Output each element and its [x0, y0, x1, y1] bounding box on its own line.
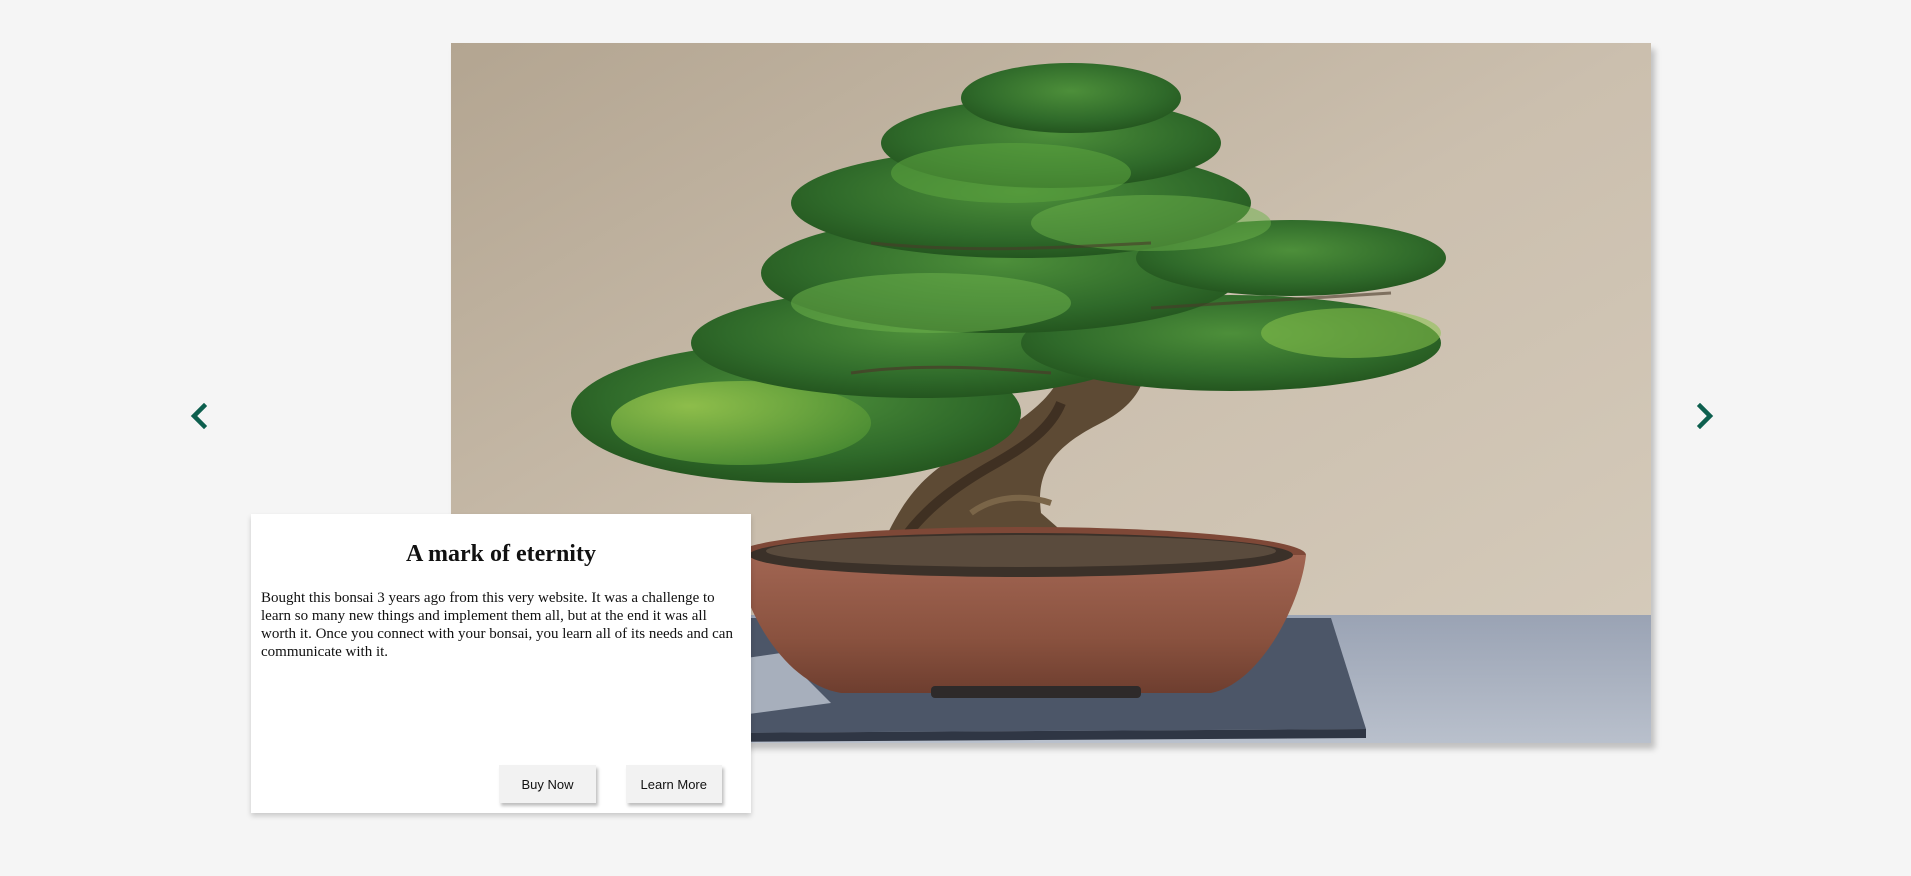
chevron-left-icon: [190, 403, 207, 429]
slide-actions: Buy Now Learn More: [499, 765, 722, 803]
carousel: A mark of eternity Bought this bonsai 3 …: [0, 0, 1911, 876]
carousel-prev-button[interactable]: [180, 394, 216, 438]
chevron-right-icon: [1697, 403, 1714, 429]
carousel-next-button[interactable]: [1688, 394, 1724, 438]
slide-caption-card: A mark of eternity Bought this bonsai 3 …: [251, 514, 751, 813]
slide-title: A mark of eternity: [406, 541, 596, 567]
slide-description: Bought this bonsai 3 years ago from this…: [261, 589, 733, 660]
learn-more-button[interactable]: Learn More: [625, 765, 722, 803]
buy-now-button[interactable]: Buy Now: [499, 765, 596, 803]
